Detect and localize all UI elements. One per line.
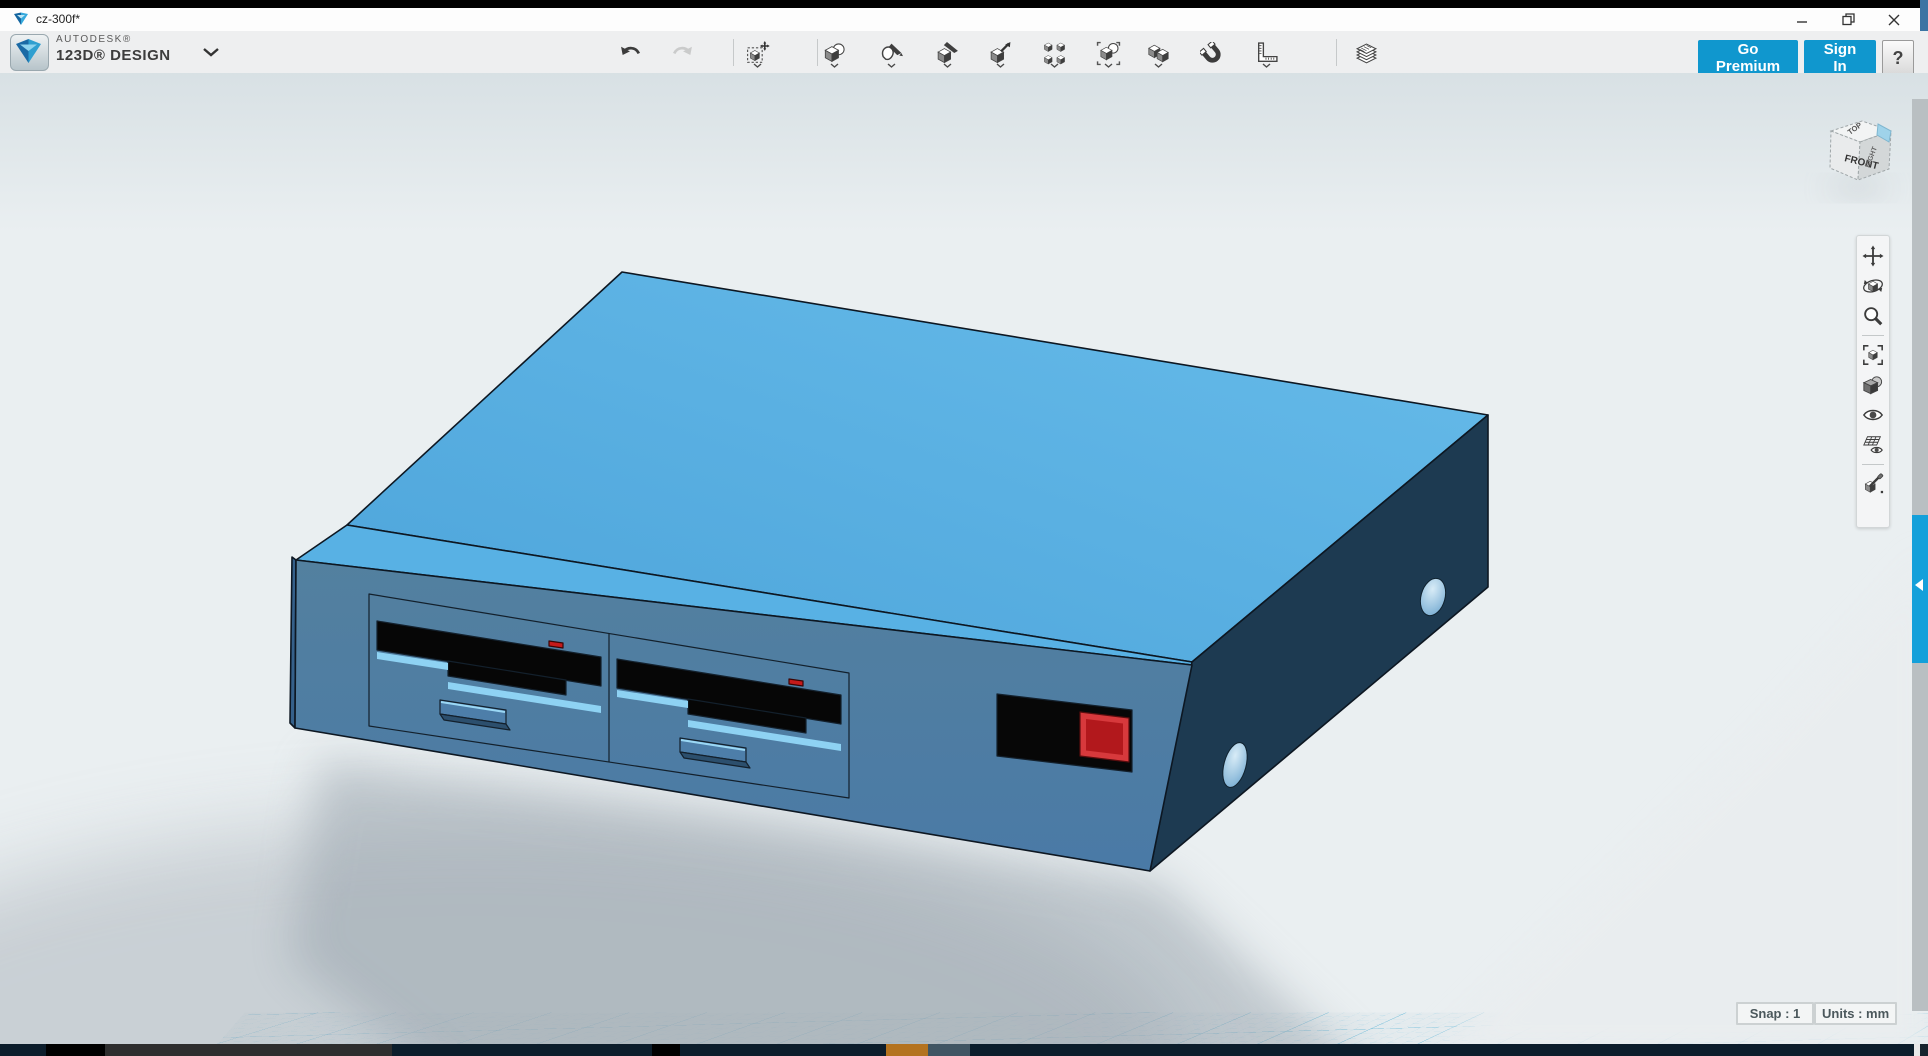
grid-edge-region: [1430, 555, 1928, 1044]
taskbar-segment: [0, 1044, 46, 1056]
taskbar-segment: [886, 1044, 928, 1056]
grouping-button[interactable]: [1091, 37, 1125, 71]
viewcube-shadow: [1828, 181, 1888, 195]
nav-orbit-button[interactable]: [1859, 272, 1887, 300]
nav-visibility-button[interactable]: [1859, 401, 1887, 429]
transform-button[interactable]: [740, 37, 774, 71]
main-toolbar: AUTODESK® 123D® DESIGN Go Premium Sign I…: [0, 31, 1928, 74]
zoom-icon: [1862, 305, 1884, 327]
menu-chevron-icon: [830, 63, 839, 68]
menu-chevron-icon: [1262, 63, 1271, 68]
toolbar-divider: [1336, 39, 1337, 66]
taskbar-segment: [105, 1044, 392, 1056]
nav-shaded-view-button[interactable]: [1859, 371, 1887, 399]
viewcube[interactable]: FRONT TOP RIGHT: [1828, 120, 1891, 195]
nav-pan-button[interactable]: [1859, 242, 1887, 270]
os-taskbar-sliver: [0, 1044, 1928, 1056]
snap-button[interactable]: [1195, 37, 1229, 71]
redo-icon: [669, 42, 694, 67]
units-indicator[interactable]: Units : mm: [1814, 1002, 1897, 1025]
undo-icon: [619, 42, 644, 67]
power-button[interactable]: [1086, 719, 1123, 755]
primitives-button[interactable]: [817, 37, 851, 71]
background-window-sliver: [1920, 0, 1928, 34]
visibility-icon: [1862, 404, 1884, 426]
taskbar-segment: [928, 1044, 970, 1056]
nav-divider: [1862, 335, 1884, 336]
modify-button[interactable]: [983, 37, 1017, 71]
measure-button[interactable]: [1249, 37, 1283, 71]
snap-indicator[interactable]: Snap : 1: [1736, 1002, 1814, 1025]
toolbar-divider: [733, 39, 734, 66]
restore-button[interactable]: [1831, 8, 1865, 31]
document-title: cz-300f*: [36, 12, 80, 26]
redo-button[interactable]: [664, 37, 698, 71]
taskbar-segment: [46, 1044, 105, 1056]
screen-top-strip: [0, 0, 1920, 8]
scene-svg: FRONT TOP RIGHT: [0, 73, 1928, 1044]
taskbar-segment: [392, 1044, 652, 1056]
taskbar-segment: [1920, 1044, 1928, 1056]
sign-in-button[interactable]: Sign In: [1804, 40, 1876, 76]
transform-icon: [745, 41, 770, 66]
app-window: { "window": { "title": "cz-300f*", "cont…: [0, 0, 1928, 1056]
shaded-view-icon: [1862, 374, 1884, 396]
toolbar-icons: [0, 31, 1928, 73]
viewport-canvas[interactable]: FRONT TOP RIGHT Snap : 1 Units : mm: [0, 73, 1928, 1044]
menu-chevron-icon: [1154, 63, 1163, 68]
sketch-button[interactable]: [874, 37, 908, 71]
grid-visibility-icon: [1862, 434, 1884, 456]
model-drive-unit[interactable]: [290, 272, 1488, 871]
nav-zoom-button[interactable]: [1859, 302, 1887, 330]
pan-icon: [1862, 245, 1884, 267]
titlebar: cz-300f*: [0, 8, 1920, 32]
panel-collapse-handle[interactable]: [1912, 515, 1928, 663]
menu-chevron-icon: [753, 63, 762, 68]
minimize-button[interactable]: [1785, 8, 1819, 31]
taskbar-segment: [652, 1044, 680, 1056]
collapse-arrow-icon: [1915, 579, 1923, 591]
menu-chevron-icon: [1050, 63, 1059, 68]
undo-button[interactable]: [614, 37, 648, 71]
fit-view-icon: [1862, 344, 1884, 366]
menu-chevron-icon: [887, 63, 896, 68]
nav-fit-view-button[interactable]: [1859, 341, 1887, 369]
pattern-button[interactable]: [1037, 37, 1071, 71]
nav-divider: [1862, 464, 1884, 465]
help-button[interactable]: ?: [1882, 40, 1914, 76]
go-premium-button[interactable]: Go Premium: [1698, 40, 1798, 76]
construct-button[interactable]: [930, 37, 964, 71]
layers-button[interactable]: [1349, 37, 1383, 71]
snap-icon: [1200, 42, 1225, 67]
menu-chevron-icon: [996, 63, 1005, 68]
taskbar-segment: [970, 1044, 1914, 1056]
combine-button[interactable]: [1141, 37, 1175, 71]
layers-icon: [1354, 42, 1379, 67]
nav-edit-materials-button[interactable]: [1859, 470, 1887, 498]
close-button[interactable]: [1877, 8, 1911, 31]
menu-chevron-icon: [1104, 63, 1113, 68]
right-scrollbar[interactable]: [1912, 99, 1928, 1011]
orbit-icon: [1862, 275, 1884, 297]
app-icon: [13, 12, 29, 27]
edit-materials-icon: [1862, 473, 1884, 495]
menu-chevron-icon: [943, 63, 952, 68]
nav-toolbar: [1856, 235, 1890, 528]
nav-grid-visibility-button[interactable]: [1859, 431, 1887, 459]
taskbar-segment: [680, 1044, 886, 1056]
